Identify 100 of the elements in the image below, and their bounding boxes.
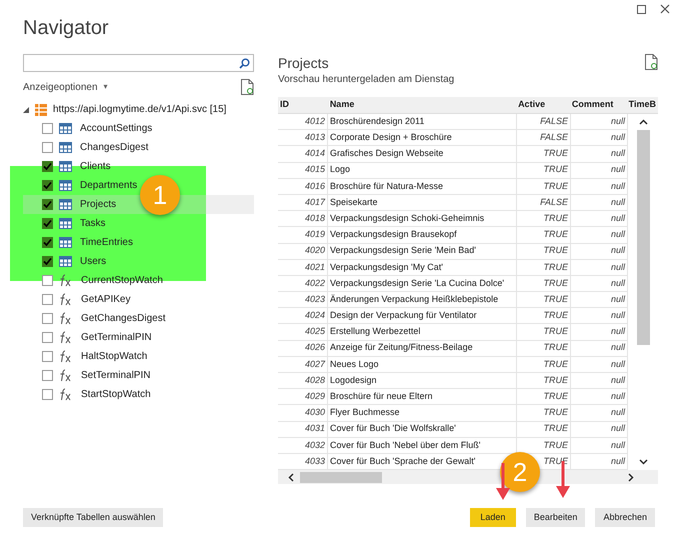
- tree-item[interactable]: AccountSettings: [23, 119, 254, 138]
- table-cell: 4015: [278, 162, 328, 178]
- table-cell: 4032: [278, 438, 328, 453]
- table-cell: 4033: [278, 454, 328, 470]
- scroll-down-icon[interactable]: [638, 459, 648, 466]
- refresh-document-icon[interactable]: [645, 54, 658, 70]
- table-cell: 4025: [278, 324, 328, 340]
- refresh-document-icon[interactable]: [241, 79, 254, 95]
- tree-item-label: GetAPIKey: [81, 293, 130, 307]
- checkbox[interactable]: [42, 389, 53, 400]
- column-header[interactable]: Comment: [570, 97, 627, 113]
- tree-item-label: GetChangesDigest: [81, 312, 166, 326]
- table-cell: Speisekarte: [328, 194, 517, 210]
- search-field[interactable]: [23, 54, 254, 72]
- table-cell: Verpackungsdesign Serie 'Mein Bad': [328, 244, 517, 259]
- tree-item[interactable]: SetTerminalPIN: [23, 366, 254, 385]
- search-icon[interactable]: [239, 58, 250, 68]
- tree-item[interactable]: GetAPIKey: [23, 290, 254, 309]
- table-cell: Broschürendesign 2011: [328, 114, 517, 130]
- scroll-right-icon[interactable]: [628, 472, 634, 482]
- button[interactable]: Verknüpfte Tabellen auswählen: [23, 508, 164, 527]
- table-cell: FALSE: [517, 130, 571, 146]
- table-cell: TRUE: [517, 146, 571, 162]
- tree-item[interactable]: ChangesDigest: [23, 138, 254, 157]
- checkbox[interactable]: [42, 142, 53, 153]
- window-title: Navigator: [23, 16, 110, 41]
- table-cell: Erstellung Werbezettel: [328, 324, 517, 340]
- table-cell: TRUE: [517, 211, 571, 226]
- horizontal-scrollbar-thumb[interactable]: [300, 472, 382, 483]
- checkbox[interactable]: [42, 180, 53, 191]
- checkbox[interactable]: [42, 370, 53, 381]
- table-cell: Logo: [328, 162, 517, 178]
- checkbox[interactable]: [42, 123, 53, 134]
- checkbox[interactable]: [42, 351, 53, 362]
- display-options-dropdown[interactable]: Anzeigeoptionen ▾: [23, 80, 108, 94]
- checkbox[interactable]: [42, 275, 53, 286]
- tree-item[interactable]: CurrentStopWatch: [23, 271, 254, 290]
- restore-icon[interactable]: [637, 4, 646, 14]
- tree-item[interactable]: Users: [23, 252, 254, 271]
- tree-item[interactable]: StartStopWatch: [23, 385, 254, 404]
- tree-item[interactable]: GetTerminalPIN: [23, 328, 254, 347]
- tree-item[interactable]: TimeEntries: [23, 233, 254, 252]
- table-cell: 4028: [278, 373, 328, 388]
- table-cell: Verpackungsdesign 'My Cat': [328, 260, 517, 275]
- checkbox[interactable]: [42, 313, 53, 324]
- checkbox[interactable]: [42, 256, 53, 267]
- table-cell: Verpackungsdesign Schoki-Geheimnis: [328, 211, 517, 226]
- table-icon: [59, 180, 72, 191]
- table-cell: TRUE: [517, 340, 571, 356]
- tree-item-label: Users: [80, 255, 106, 269]
- checkbox[interactable]: [42, 332, 53, 343]
- button[interactable]: Bearbeiten: [526, 508, 586, 527]
- vertical-scrollbar[interactable]: [628, 114, 658, 470]
- table-cell: 4019: [278, 227, 328, 242]
- table-cell: Anzeige für Zeitung/Fitness-Beilage: [328, 340, 517, 356]
- preview-subtitle: Vorschau heruntergeladen am Dienstag: [278, 73, 454, 87]
- tree-item-label: Tasks: [80, 217, 106, 231]
- checkbox[interactable]: [42, 294, 53, 305]
- table-cell: TRUE: [517, 244, 571, 259]
- tree-item[interactable]: HaltStopWatch: [23, 347, 254, 366]
- table-cell: 4021: [278, 260, 328, 275]
- table-cell: 4024: [278, 308, 328, 324]
- button[interactable]: Abbrechen: [595, 508, 655, 527]
- table-cell: 4020: [278, 244, 328, 259]
- function-icon: [59, 293, 73, 306]
- scroll-up-icon[interactable]: [638, 119, 648, 125]
- checkbox[interactable]: [42, 161, 53, 172]
- table-cell: Logodesign: [328, 373, 517, 388]
- table-cell: 4027: [278, 356, 328, 372]
- column-header[interactable]: Name: [328, 97, 516, 113]
- checkbox[interactable]: [42, 218, 53, 229]
- close-icon[interactable]: [660, 4, 670, 14]
- table-cell: Broschüre für neue Eltern: [328, 389, 517, 404]
- tree-item-label: SetTerminalPIN: [81, 369, 150, 383]
- table-cell: Verpackungsdesign Serie 'La Cucina Dolce': [328, 276, 517, 292]
- tree-root-label[interactable]: https://api.logmytime.de/v1/Api.svc [15]: [53, 102, 226, 117]
- checkbox[interactable]: [42, 237, 53, 248]
- table-cell: 4012: [278, 114, 328, 130]
- column-header[interactable]: TimeB: [626, 97, 658, 113]
- function-icon: [59, 331, 73, 344]
- column-header[interactable]: ID: [278, 97, 328, 113]
- table-cell: Corporate Design + Broschüre: [328, 130, 517, 146]
- table-cell: TRUE: [517, 389, 571, 404]
- table-icon: [59, 161, 72, 172]
- scroll-left-icon[interactable]: [288, 472, 294, 482]
- table-icon: [59, 218, 72, 229]
- checkbox[interactable]: [42, 199, 53, 210]
- tree-item-label: StartStopWatch: [81, 388, 151, 402]
- table-cell: 4014: [278, 146, 328, 162]
- tree-item-label: AccountSettings: [80, 122, 152, 136]
- tree-item[interactable]: Tasks: [23, 214, 254, 233]
- primary-button[interactable]: Laden: [470, 508, 516, 527]
- table-cell: 4030: [278, 405, 328, 421]
- table-cell: TRUE: [517, 162, 571, 178]
- column-header[interactable]: Active: [516, 97, 570, 113]
- tree-item-label: Departments: [80, 179, 138, 193]
- tree-item-label: GetTerminalPIN: [81, 331, 152, 345]
- tree-item-label: Projects: [80, 198, 116, 212]
- expand-arrow-icon[interactable]: [23, 106, 29, 112]
- tree-item[interactable]: GetChangesDigest: [23, 309, 254, 328]
